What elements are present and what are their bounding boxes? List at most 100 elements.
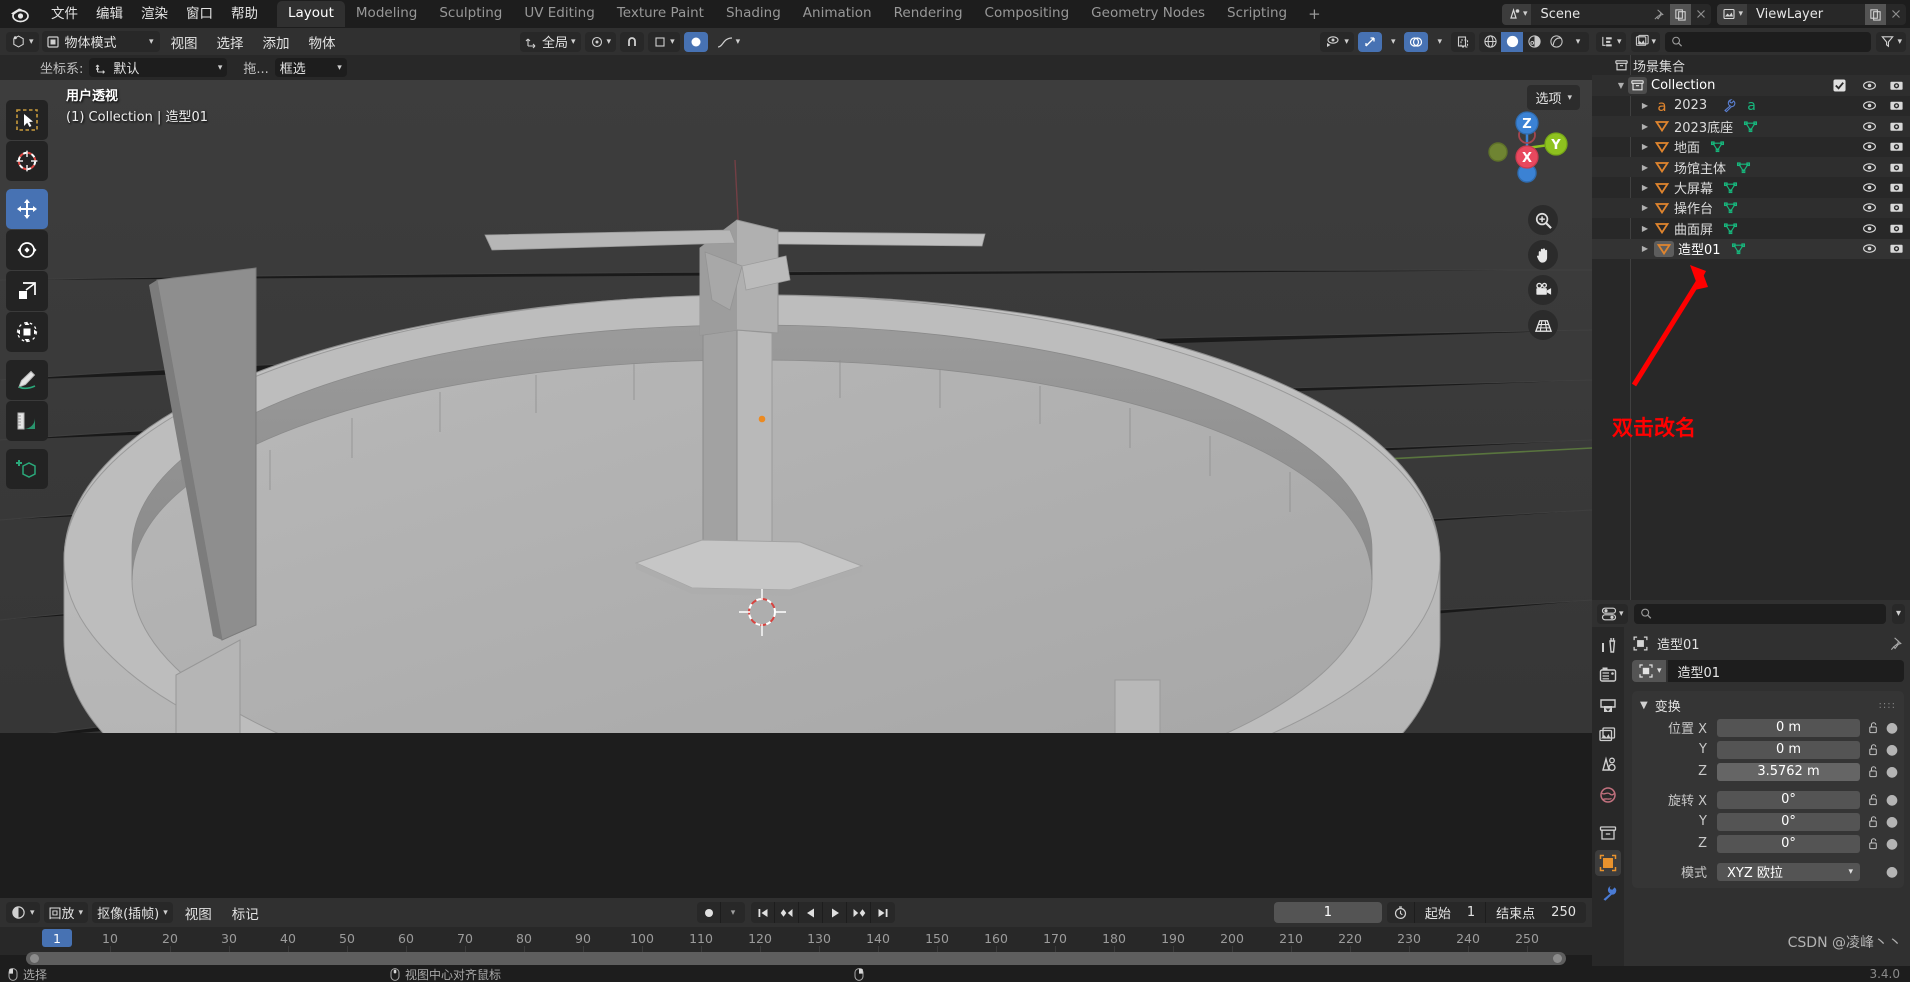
rotation-y-value[interactable]: 0° [1717, 812, 1860, 831]
expand-toggle-closed-chevron-right-icon[interactable]: ▶ [1638, 101, 1652, 110]
tab-geometry-nodes[interactable]: Geometry Nodes [1080, 1, 1216, 27]
tab-uv-editing[interactable]: UV Editing [513, 1, 605, 27]
object-name-field[interactable]: 造型01 [1667, 660, 1904, 682]
3d-viewport[interactable]: 2023 用户透视 (1) Collection | 造型01 选项 ▾ [0, 80, 1592, 733]
tab-compositing[interactable]: Compositing [974, 1, 1081, 27]
mesh-data-icon[interactable] [1731, 241, 1746, 256]
lock-open-icon[interactable] [1865, 721, 1881, 734]
lock-open-icon[interactable] [1865, 837, 1881, 850]
play-reverse-icon[interactable] [799, 902, 823, 923]
transform-rotation-z-row[interactable]: Z 0° ● [1632, 833, 1898, 854]
camera-render-visibility-icon[interactable] [1889, 221, 1904, 236]
timeline-menu-view[interactable]: 视图 [177, 901, 220, 925]
rotation-x-value[interactable]: 0° [1717, 790, 1860, 809]
outliner-row-object-big-screen[interactable]: ▶ 大屏幕 [1592, 177, 1910, 197]
interaction-mode-selector[interactable]: 物体模式 ▾ [41, 31, 160, 52]
outliner-search-field[interactable] [1687, 34, 1866, 49]
orientation-dropdown[interactable]: 默认 ▾ [89, 58, 228, 77]
gizmo-toggle[interactable] [1357, 31, 1382, 52]
next-keyframe-icon[interactable] [847, 902, 871, 923]
transform-location-z-row[interactable]: Z 3.5762 m ● [1632, 761, 1898, 782]
panel-drag-grip[interactable]: :::: [1879, 700, 1896, 711]
eye-visibility-icon[interactable] [1862, 98, 1877, 113]
eye-visibility-icon[interactable] [1862, 160, 1877, 175]
camera-render-visibility-icon[interactable] [1889, 78, 1904, 93]
tab-rendering[interactable]: Rendering [883, 1, 974, 27]
timeline-menu-keying[interactable]: 抠像(插帧) ▾ [92, 902, 173, 923]
camera-icon[interactable] [1528, 275, 1558, 305]
expand-toggle-closed-chevron-right-icon[interactable]: ▶ [1638, 183, 1652, 192]
frame-range-box[interactable]: 起始 1 结束点 250 [1386, 902, 1586, 923]
eye-visibility-icon[interactable] [1862, 200, 1877, 215]
zoom-icon[interactable] [1528, 205, 1558, 235]
transform-location-x-row[interactable]: 位置 X 0 m ● [1632, 717, 1898, 738]
wireframe-icon[interactable] [1479, 32, 1501, 52]
outliner-row-object-2023-base[interactable]: ▶ 2023底座 [1592, 116, 1910, 137]
tab-sculpting[interactable]: Sculpting [428, 1, 513, 27]
mesh-data-icon[interactable] [1710, 139, 1725, 154]
annotate-tool-pencil-icon[interactable] [6, 360, 48, 400]
blender-logo-icon[interactable] [8, 4, 34, 24]
mesh-data-icon[interactable] [1723, 221, 1738, 236]
properties-tab-world[interactable] [1595, 782, 1621, 808]
menu-help[interactable]: 帮助 [222, 3, 267, 25]
filter-funnel-icon[interactable]: ▾ [1876, 31, 1906, 52]
move-tool-move-arrows-icon[interactable] [6, 189, 48, 229]
tab-texture-paint[interactable]: Texture Paint [606, 1, 715, 27]
jump-start-icon[interactable] [751, 902, 775, 923]
snap-toggle[interactable] [620, 31, 645, 52]
tab-layout[interactable]: Layout [277, 1, 345, 27]
camera-render-visibility-icon[interactable] [1889, 160, 1904, 175]
properties-tab-object[interactable] [1595, 850, 1621, 876]
transform-orientation-selector[interactable]: 全局 ▾ [520, 31, 581, 52]
scene-name[interactable]: Scene [1531, 3, 1650, 25]
animate-property-dot-icon[interactable]: ● [1886, 864, 1898, 880]
use-preview-range-clock-icon[interactable] [1387, 902, 1415, 923]
menu-file[interactable]: 文件 [42, 3, 87, 25]
current-frame-field[interactable]: 1 [1273, 902, 1382, 923]
expand-toggle-closed-chevron-right-icon[interactable]: ▶ [1638, 244, 1652, 253]
eye-visibility-icon[interactable] [1862, 221, 1877, 236]
mesh-data-icon[interactable] [1723, 200, 1738, 215]
outliner-row-object-curved-screen[interactable]: ▶ 曲面屏 [1592, 218, 1910, 238]
outliner-search-input[interactable] [1665, 31, 1872, 52]
mesh-data-icon[interactable] [1736, 160, 1751, 175]
unlink-scene-close-icon[interactable] [1691, 4, 1711, 25]
transform-location-y-row[interactable]: Y 0 m ● [1632, 739, 1898, 760]
expand-toggle-closed-chevron-right-icon[interactable]: ▶ [1638, 142, 1652, 151]
object-props-icon[interactable]: ▾ [1632, 660, 1666, 682]
tab-modeling[interactable]: Modeling [345, 1, 428, 27]
viewport-menu-select[interactable]: 选择 [209, 30, 252, 54]
camera-render-visibility-icon[interactable] [1889, 180, 1904, 195]
overlays-dropdown[interactable]: ▾ [1432, 32, 1447, 52]
eye-visibility-icon[interactable] [1862, 241, 1877, 256]
animate-property-dot-icon[interactable]: ● [1886, 720, 1898, 736]
rotation-z-value[interactable]: 0° [1717, 834, 1860, 853]
scene-selector[interactable]: ▾ Scene [1501, 3, 1712, 25]
prev-keyframe-icon[interactable] [775, 902, 799, 923]
mesh-data-icon[interactable] [1723, 180, 1738, 195]
measure-tool-ruler-icon[interactable] [6, 401, 48, 441]
expand-toggle-open-chevron-down-icon[interactable]: ▼ [1614, 81, 1628, 90]
properties-tab-render[interactable] [1595, 662, 1621, 688]
outliner-row-object-2023[interactable]: ▶ a 2023 a [1592, 96, 1910, 116]
viewlayer-name[interactable]: ViewLayer [1747, 3, 1865, 25]
scene-icon[interactable]: ▾ [1501, 3, 1532, 25]
location-x-value[interactable]: 0 m [1717, 718, 1860, 737]
tab-shading[interactable]: Shading [715, 1, 792, 27]
viewlayer-selector[interactable]: ▾ ViewLayer [1717, 3, 1906, 25]
end-frame-field[interactable]: 结束点 250 [1486, 902, 1586, 923]
add-workspace-button[interactable]: + [1298, 3, 1331, 25]
outliner-row-object-zaoxing01[interactable]: ▶ 造型01 [1592, 238, 1910, 259]
animate-property-dot-icon[interactable]: ● [1886, 742, 1898, 758]
snap-settings[interactable]: ▾ [648, 31, 680, 52]
properties-search-input[interactable] [1633, 603, 1886, 624]
camera-render-visibility-icon[interactable] [1889, 241, 1904, 256]
properties-tab-output[interactable] [1595, 692, 1621, 718]
auto-keying-group[interactable]: ▾ [697, 902, 745, 923]
lock-open-icon[interactable] [1865, 743, 1881, 756]
lock-open-icon[interactable] [1865, 765, 1881, 778]
properties-tab-scene[interactable] [1595, 752, 1621, 778]
outliner-tree[interactable]: 场景集合 ▼ Collection ▶ a 2023 a ▶ 2023底座 ▶ … [1592, 55, 1910, 600]
timeline-editor-icon[interactable]: ▾ [6, 902, 40, 923]
